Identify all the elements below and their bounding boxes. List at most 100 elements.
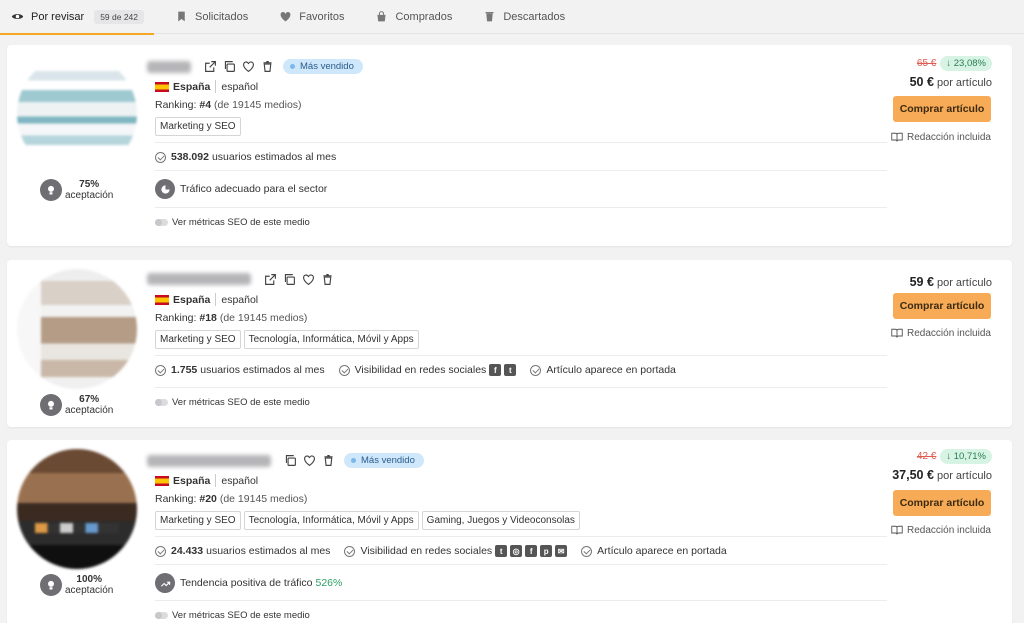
heart-icon[interactable] [302,454,316,468]
trash-icon[interactable] [320,272,334,286]
domain-name-blurred[interactable] [147,60,191,73]
best-seller-badge: Más vendido [283,59,363,74]
category-tag[interactable]: Gaming, Juegos y Videoconsolas [421,511,580,530]
tab-label: Comprados [395,10,453,23]
twitter-icon[interactable]: t [495,545,508,557]
instagram-icon[interactable]: ◎ [510,545,523,557]
domain-name-blurred[interactable] [147,454,271,467]
count-badge: 59 de 242 [94,9,145,24]
check-circle-icon [155,545,166,557]
bookmark-icon [174,10,188,24]
category-tag[interactable]: Marketing y SEO [155,330,241,349]
check-circle-icon [581,545,593,557]
copy-icon[interactable] [222,60,236,74]
bag-icon [374,10,388,24]
listing-card: 75% aceptación Más vendido España español… [7,45,1012,246]
book-icon [891,328,903,338]
users-metric: 1.755 usuarios estimados al mes [155,364,325,376]
acceptance-label: aceptación [65,190,114,201]
old-price: 42 € [916,450,937,462]
old-price: 65 € [916,57,937,69]
ranking: Ranking: #18 (de 19145 medios) [155,312,308,324]
spain-flag-icon [155,81,169,92]
ranking: Ranking: #4 (de 19145 medios) [155,99,302,111]
toggle-switch[interactable] [155,219,168,226]
acceptance-label: aceptación [65,585,114,596]
acceptance-value: 100% [76,574,102,585]
heart-icon[interactable] [241,60,255,74]
pinterest-icon[interactable]: p [540,545,553,557]
frontpage-metric: Artículo aparece en portada [530,364,676,376]
check-circle-icon [338,364,350,376]
email-icon[interactable]: ✉ [555,545,568,557]
facebook-icon[interactable]: f [489,364,502,376]
category-tag[interactable]: Marketing y SEO [155,117,241,136]
copy-icon[interactable] [282,272,296,286]
trend-value: 526% [315,577,343,589]
eye-icon [10,10,24,24]
domain-row [147,272,339,286]
trash-icon[interactable] [260,60,274,74]
social-metric: Visibilidad en redes sociales f t [338,364,517,376]
acceptance-label: aceptación [65,405,114,416]
lightbulb-icon [40,574,62,596]
tab-label: Por revisar [31,10,85,23]
check-circle-icon [155,151,166,163]
external-link-icon[interactable] [263,272,277,286]
metrics-row: 1.755 usuarios estimados al mes Visibilid… [155,364,690,376]
tab-comprados[interactable]: Comprados [364,0,472,34]
heart-icon [278,10,292,24]
price: 59 € por artículo [909,275,992,289]
metrics-row: 538.092 usuarios estimados al mes [155,151,350,163]
country: España [173,80,211,93]
trash-icon[interactable] [321,454,335,468]
seo-metrics-toggle[interactable]: Ver métricas SEO de este medio [155,397,310,408]
domain-row: Más vendido [147,59,363,74]
users-metric: 24.433 usuarios estimados al mes [155,545,330,557]
site-thumbnail [17,269,137,389]
price-area: 65 € ↓ 23,08% 50 € por artículo [852,55,992,89]
toggle-switch[interactable] [155,399,168,406]
tab-por-revisar[interactable]: Por revisar 59 de 242 [0,0,164,35]
heart-icon[interactable] [301,272,315,286]
acceptance-value: 75% [79,179,100,190]
language: español [221,80,259,93]
domain-name-blurred[interactable] [147,273,251,285]
tab-label: Favoritos [299,10,345,23]
category-tag[interactable]: Marketing y SEO [155,511,241,530]
external-link-icon[interactable] [203,60,217,74]
traffic-trend-feature: Tendencia positiva de tráfico 526% [155,573,342,593]
listing-card: 67% aceptación España español Ranking: #1… [7,260,1012,427]
copy-icon[interactable] [283,454,297,468]
lightbulb-icon [40,179,62,201]
tab-favoritos[interactable]: Favoritos [268,0,364,34]
acceptance-rate: 67% aceptación [40,394,140,416]
check-circle-icon [155,364,166,376]
seo-metrics-toggle[interactable]: Ver métricas SEO de este medio [155,610,310,621]
category-tag[interactable]: Tecnología, Informática, Móvil y Apps [243,330,419,349]
category-tag[interactable]: Tecnología, Informática, Móvil y Apps [243,511,419,530]
country: España [173,474,211,487]
price-area: 59 € por artículo [852,271,992,289]
tab-label: Solicitados [195,10,249,23]
acceptance-rate: 75% aceptación [40,179,140,201]
social-metric: Visibilidad en redes sociales t ◎ f p ✉ [344,545,568,557]
tab-label: Descartados [503,10,566,23]
tab-solicitados[interactable]: Solicitados [164,0,268,34]
seo-metrics-toggle[interactable]: Ver métricas SEO de este medio [155,217,310,228]
frontpage-metric: Artículo aparece en portada [581,545,727,557]
buy-article-button[interactable]: Comprar artículo [893,490,991,516]
twitter-icon[interactable]: t [504,364,517,376]
toggle-switch[interactable] [155,612,168,619]
check-circle-icon [530,364,542,376]
tab-descartados[interactable]: Descartados [472,0,585,34]
redaction-included: Redacción incluida [891,524,991,536]
buy-article-button[interactable]: Comprar artículo [893,96,991,122]
facebook-icon[interactable]: f [525,545,538,557]
country-language: España español [155,474,258,487]
lightbulb-icon [40,394,62,416]
spain-flag-icon [155,475,169,486]
book-icon [891,132,903,142]
buy-article-button[interactable]: Comprar artículo [893,293,991,319]
metrics-row: 24.433 usuarios estimados al mes Visibili… [155,545,741,557]
